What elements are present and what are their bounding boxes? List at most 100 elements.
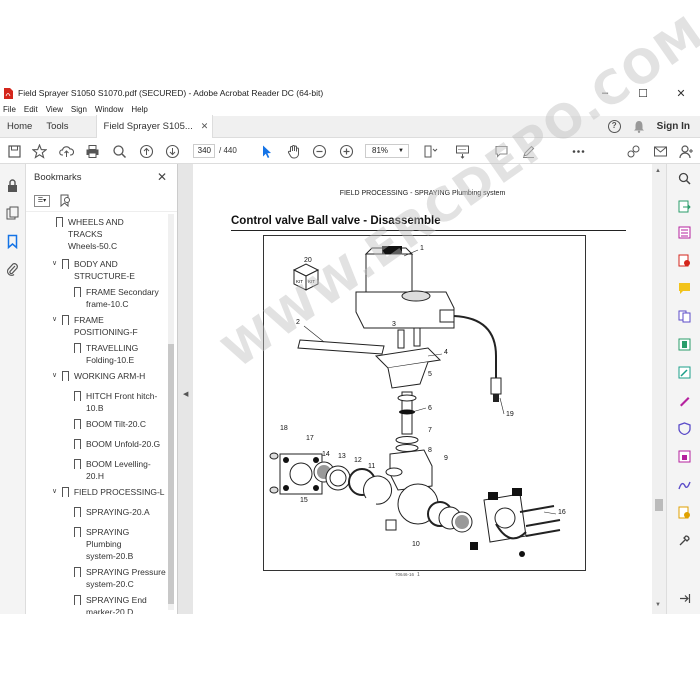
tab-close-icon[interactable]: ✕	[201, 121, 209, 132]
export-pdf-icon[interactable]	[678, 200, 691, 213]
more-tools-icon[interactable]	[678, 534, 691, 547]
callout-7: 7	[428, 427, 432, 434]
hand-tool-icon[interactable]	[285, 143, 301, 159]
callout-9: 9	[444, 455, 448, 462]
edit-pdf-icon[interactable]	[678, 366, 691, 379]
collapse-tools-icon[interactable]	[678, 592, 691, 605]
lock-icon[interactable]	[5, 178, 20, 193]
callout-5: 5	[428, 371, 432, 378]
bookmark-icon	[74, 459, 81, 472]
bookmark-item[interactable]: HITCH Front hitch-10.B	[74, 390, 168, 414]
bookmark-icon	[74, 567, 81, 580]
organize-pages-icon[interactable]	[678, 226, 691, 239]
bookmark-icon	[74, 595, 81, 608]
zoom-search-icon[interactable]	[678, 172, 691, 185]
find-bookmark-icon[interactable]	[58, 194, 72, 208]
create-pdf-icon[interactable]	[678, 254, 691, 267]
close-panel-icon[interactable]: ✕	[157, 170, 167, 184]
chevron-down-icon[interactable]: ∨	[52, 258, 62, 282]
sign-in-button[interactable]: Sign In	[657, 121, 690, 132]
close-window-button[interactable]: ✕	[662, 87, 700, 100]
tab-document[interactable]: Field Sprayer S105... ✕	[95, 115, 214, 138]
scroll-up-icon[interactable]: ▲	[655, 168, 661, 174]
select-cursor-icon[interactable]	[258, 143, 274, 159]
bookmark-item[interactable]: SPRAYING-20.A	[74, 506, 168, 520]
bookmark-item[interactable]: WHEELS AND TRACKS Wheels-50.C	[56, 216, 168, 252]
callout-14: 14	[322, 451, 330, 458]
collapse-left-icon[interactable]: ◀	[183, 390, 188, 398]
bookmark-item[interactable]: BOOM Tilt-20.C	[74, 418, 168, 432]
zoom-out-icon[interactable]	[311, 143, 327, 159]
bookmark-icon	[62, 315, 69, 328]
bookmark-label: SPRAYING-20.A	[86, 507, 150, 517]
scrollbar-thumb[interactable]	[168, 344, 174, 604]
tab-home[interactable]: Home	[0, 116, 39, 138]
scrollbar-thumb[interactable]	[655, 499, 663, 511]
star-icon[interactable]	[31, 143, 47, 159]
combine-files-icon[interactable]	[678, 310, 691, 323]
comment-tool-icon[interactable]	[678, 282, 691, 295]
save-icon[interactable]	[6, 143, 22, 159]
menu-file[interactable]: File	[3, 105, 16, 114]
protect-icon[interactable]	[678, 422, 691, 435]
chevron-down-icon[interactable]: ∨	[52, 486, 62, 498]
bookmark-item[interactable]: ∨ FRAME POSITIONING-F	[52, 314, 168, 338]
valve-bracket	[374, 327, 442, 389]
menu-help[interactable]: Help	[131, 105, 147, 114]
share-link-icon[interactable]	[625, 143, 641, 159]
figure-id: 70646-16	[395, 572, 415, 577]
send-for-signature-icon[interactable]	[678, 478, 691, 491]
document-scrollbar[interactable]: ▲ ▼	[652, 164, 666, 614]
zoom-level-select[interactable]: 81% ▼	[365, 144, 409, 158]
bookmark-item[interactable]: ∨ FIELD PROCESSING-L	[52, 486, 168, 500]
bookmark-item[interactable]: BOOM Unfold-20.G	[74, 438, 168, 452]
bookmark-item[interactable]: TRAVELLING Folding-10.E	[74, 342, 168, 366]
fill-sign-icon[interactable]	[678, 394, 691, 407]
notification-bell-icon[interactable]	[633, 120, 645, 133]
chevron-down-icon[interactable]: ∨	[52, 314, 62, 338]
tab-tools[interactable]: Tools	[39, 116, 75, 138]
bookmark-icon	[62, 259, 69, 272]
zoom-in-icon[interactable]	[338, 143, 354, 159]
attachment-icon[interactable]	[5, 262, 20, 277]
bookmark-item[interactable]: ∨ BODY AND STRUCTURE-E	[52, 258, 168, 282]
bookmark-icon	[74, 391, 81, 404]
search-icon[interactable]	[111, 143, 127, 159]
bookmark-icon	[74, 439, 81, 452]
chevron-down-icon[interactable]: ∨	[52, 370, 62, 382]
scroll-down-icon[interactable]: ▼	[655, 602, 661, 608]
page-fit-icon[interactable]	[422, 143, 438, 159]
bookmark-item[interactable]: SPRAYING Plumbing system-20.B	[74, 526, 168, 562]
bookmark-item[interactable]: FRAME Secondary frame-10.C	[74, 286, 168, 310]
print-icon[interactable]	[84, 143, 100, 159]
menu-edit[interactable]: Edit	[24, 105, 38, 114]
bookmarks-scrollbar[interactable]	[168, 214, 174, 610]
email-icon[interactable]	[652, 143, 668, 159]
previous-page-icon[interactable]	[138, 143, 154, 159]
bookmark-icon	[74, 343, 81, 356]
bookmark-item[interactable]: SPRAYING End marker-20.D	[74, 594, 168, 614]
page-thumbnails-icon[interactable]	[5, 206, 20, 221]
callout-12: 12	[354, 457, 362, 464]
add-user-icon[interactable]	[678, 143, 694, 159]
cloud-upload-icon[interactable]	[58, 143, 74, 159]
bookmark-item[interactable]: ∨ WORKING ARM-H	[52, 370, 168, 384]
menu-view[interactable]: View	[46, 105, 63, 114]
certificates-icon[interactable]	[678, 506, 691, 519]
compress-pdf-icon[interactable]	[678, 338, 691, 351]
toolbar: 340 / 440 81% ▼	[0, 138, 700, 164]
bookmark-item[interactable]: SPRAYING Pressure system-20.C	[74, 566, 168, 590]
callout-16: 16	[558, 509, 566, 516]
print-production-icon[interactable]	[678, 450, 691, 463]
document-view[interactable]: ◀ FIELD PROCESSING - SPRAYING Plumbing s…	[178, 5, 700, 614]
bookmark-options-icon[interactable]: ☰▾	[34, 194, 50, 207]
next-page-icon[interactable]	[164, 143, 180, 159]
bookmark-label: SPRAYING Pressure system-20.C	[86, 567, 166, 589]
zoom-level-value: 81%	[372, 146, 389, 155]
callout-4: 4	[444, 349, 448, 356]
menu-sign[interactable]: Sign	[71, 105, 87, 114]
bookmark-item[interactable]: BOOM Levelling-20.H	[74, 458, 168, 482]
bookmark-panel-icon[interactable]	[5, 234, 20, 249]
page-number-input[interactable]: 340	[193, 144, 215, 158]
menu-window[interactable]: Window	[95, 105, 123, 114]
